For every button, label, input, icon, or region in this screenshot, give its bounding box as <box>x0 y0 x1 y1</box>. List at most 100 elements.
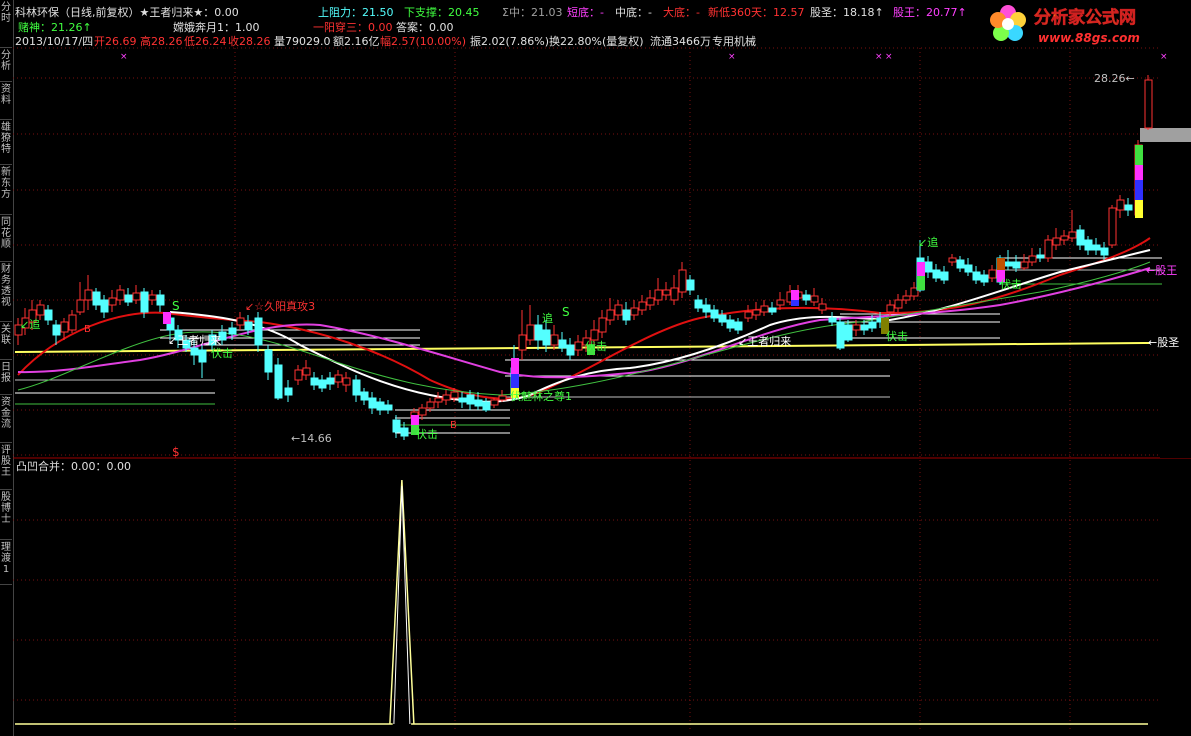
candle-body-125 <box>1044 239 1053 259</box>
annotation-fuji-2: 伏击 <box>416 427 438 441</box>
candle-body-88 <box>744 311 753 319</box>
candle-body-84 <box>710 309 719 319</box>
candle-body-40 <box>352 379 361 396</box>
signal-candle-6 <box>997 258 1005 270</box>
candle-body-18 <box>156 294 165 306</box>
candle-body-100 <box>844 324 853 341</box>
x-mark-0: × <box>120 52 128 62</box>
right-price-label: 25.69 <box>1143 144 1175 157</box>
annotation-jiuyang: ↙☆久阳真攻3 <box>245 299 315 313</box>
candle-body-116 <box>972 271 981 281</box>
candle-body-132 <box>1100 247 1109 256</box>
candle-body-51 <box>442 394 451 401</box>
candle-body-63 <box>542 329 551 346</box>
candle-body-66 <box>566 344 575 356</box>
candle-body-34 <box>302 367 311 376</box>
low-price-label: ←14.66 <box>291 432 332 445</box>
candle-body-28 <box>244 321 253 331</box>
signal-candle-15 <box>791 290 799 300</box>
candle-body-64 <box>550 334 559 346</box>
candle-body-74 <box>630 307 639 316</box>
candle-body-3 <box>36 304 45 316</box>
annotation-zhui-1: ↙追 <box>20 317 40 331</box>
candle-body-57 <box>490 399 499 406</box>
candle-body-111 <box>932 269 941 279</box>
candle-body-81 <box>686 279 695 291</box>
candle-body-118 <box>988 269 997 279</box>
candle-body-4 <box>44 309 53 321</box>
candle-body-85 <box>718 314 727 323</box>
candle-body-77 <box>654 289 663 301</box>
candle-body-134 <box>1116 199 1125 211</box>
candle-body-122 <box>1020 261 1029 269</box>
signal-candle-1 <box>1135 165 1143 180</box>
signal-candle-0 <box>1135 145 1143 165</box>
candle-body-112 <box>940 271 949 281</box>
candle-body-39 <box>342 377 351 386</box>
signal-candle-16 <box>791 300 799 306</box>
candle-body-33 <box>294 369 303 381</box>
candle-body-22 <box>190 347 199 356</box>
candle-body-15 <box>132 292 141 301</box>
x-mark-2: × <box>875 52 883 62</box>
candle-body-29 <box>254 317 263 346</box>
candle-body-101 <box>852 324 861 331</box>
candle-body-9 <box>84 289 93 301</box>
candle-body-131 <box>1092 244 1101 251</box>
annotation-fuji-1: 伏击 <box>211 346 233 360</box>
candle-body-14 <box>124 294 133 303</box>
candle-body-27 <box>236 317 245 326</box>
candle-body-35 <box>310 377 319 386</box>
candle-body-12 <box>108 297 117 306</box>
candle-body-91 <box>768 307 777 313</box>
candle-body-97 <box>818 303 827 311</box>
candle-body-55 <box>474 399 483 407</box>
candle-body-120 <box>1004 261 1013 267</box>
candle-body-5 <box>52 324 61 336</box>
candle-body-54 <box>466 394 475 405</box>
candle-body-16 <box>140 291 149 313</box>
candle-body-43 <box>376 401 385 411</box>
candle-body-58 <box>498 395 507 401</box>
candle-body-106 <box>894 299 903 309</box>
signal-candle-8 <box>511 358 519 374</box>
candle-body-135 <box>1124 204 1133 211</box>
candle-body-69 <box>590 329 599 341</box>
x-mark-4: × <box>1160 52 1168 62</box>
candle-body-70 <box>598 317 607 333</box>
candle-body-10 <box>92 291 101 306</box>
candle-body-38 <box>334 374 343 383</box>
candle-body-65 <box>558 339 567 349</box>
candle-body-8 <box>76 299 85 313</box>
candle-body-80 <box>678 269 687 293</box>
x-mark-3: × <box>885 52 893 62</box>
candle-body-73 <box>622 309 631 321</box>
candle-body-30 <box>264 349 273 373</box>
signal-candle-4 <box>917 262 925 276</box>
candle-body-107 <box>902 295 911 301</box>
gu-wang-tag: ←股王 <box>1146 264 1177 277</box>
dollar-mark: $ <box>172 445 180 459</box>
candle-body-82 <box>694 299 703 309</box>
annotation-zhui-3: 追 <box>542 311 553 325</box>
x-mark-1: × <box>728 52 736 62</box>
candle-body-79 <box>670 287 679 301</box>
candle-body-123 <box>1028 255 1037 263</box>
kline-chart: ↙追↙追追↙王者归来 ↙王者归来↙☆久阳真攻3伏击伏击伏击伏击伏击伏魅林之尊1←1… <box>13 47 1191 730</box>
candle-body-53 <box>458 397 467 403</box>
candle-body-99 <box>836 321 845 349</box>
high-price-label: 28.26← <box>1094 72 1135 85</box>
candle-body-72 <box>614 304 623 316</box>
candle-body-95 <box>802 294 811 301</box>
signal-candle-3 <box>1135 200 1143 218</box>
candle-body-129 <box>1076 229 1085 246</box>
candle-body-121 <box>1012 261 1021 269</box>
candle-body-110 <box>924 261 933 273</box>
candle-body-96 <box>810 295 819 303</box>
candle-body-126 <box>1052 237 1061 246</box>
candle-body-83 <box>702 304 711 313</box>
sell-mark-1: S <box>172 299 180 313</box>
candle-body-42 <box>368 397 377 409</box>
candle-body-114 <box>956 259 965 269</box>
candle-body-67 <box>574 341 583 351</box>
